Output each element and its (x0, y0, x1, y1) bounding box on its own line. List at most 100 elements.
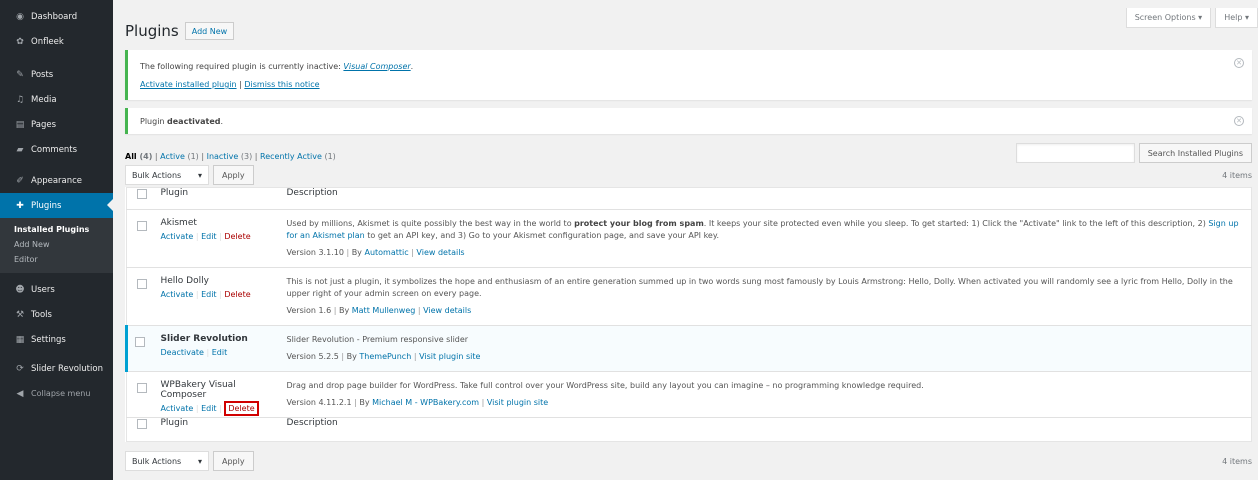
plugin-description: Drag and drop page builder for WordPress… (286, 381, 924, 390)
desc-bold: protect your blog from spam (574, 219, 704, 228)
activate-installed-plugin-link[interactable]: Activate installed plugin (140, 80, 237, 89)
visit-plugin-site-link[interactable]: Visit plugin site (487, 398, 548, 407)
visual-composer-link[interactable]: Visual Composer (343, 62, 410, 71)
submenu-installed-plugins[interactable]: Installed Plugins (0, 222, 113, 237)
plugin-description-cell: This is not just a plugin, it symbolizes… (278, 267, 1252, 326)
row-checkbox[interactable] (137, 279, 147, 289)
edit-link[interactable]: Edit (201, 404, 217, 413)
edit-link[interactable]: Edit (201, 290, 217, 299)
menu-pages[interactable]: ▤ Pages (0, 112, 113, 137)
menu-users[interactable]: ☻ Users (0, 277, 113, 302)
search-input[interactable] (1015, 143, 1135, 163)
version-text: Version 4.11.2.1 (286, 398, 352, 407)
menu-appearance[interactable]: ✐ Appearance (0, 168, 113, 193)
menu-label: Plugins (31, 200, 62, 211)
menu-settings[interactable]: ▦ Settings (0, 327, 113, 352)
apply-button[interactable]: Apply (213, 451, 254, 471)
filter-recent-label: Recently Active (260, 152, 322, 161)
desc-text: Used by millions, Akismet is quite possi… (286, 219, 575, 228)
select-all-checkbox[interactable] (137, 419, 147, 429)
bulk-actions-select[interactable]: Bulk Actions ▾ (125, 451, 209, 471)
filter-active-count: (1) (187, 152, 199, 161)
menu-dashboard[interactable]: ◉ Dashboard (0, 4, 113, 29)
add-new-button[interactable]: Add New (184, 22, 235, 40)
activate-link[interactable]: Activate (161, 404, 194, 413)
notice-text: The following required plugin is current… (140, 62, 344, 71)
activate-link[interactable]: Activate (161, 232, 194, 241)
caret-down-icon: ▾ (197, 456, 202, 466)
screen-meta-links: Screen Options ▾ Help ▾ (1125, 8, 1258, 28)
menu-media[interactable]: ♫ Media (0, 87, 113, 112)
menu-posts[interactable]: ✎ Posts (0, 62, 113, 87)
view-details-link[interactable]: View details (416, 248, 464, 257)
dismiss-icon[interactable]: ✕ (1234, 116, 1244, 126)
filter-all[interactable]: All (4) (125, 152, 152, 161)
bulk-actions-value: Bulk Actions (132, 456, 182, 466)
search-installed-plugins-button[interactable]: Search Installed Plugins (1138, 143, 1252, 163)
by-text: By (346, 352, 357, 361)
row-checkbox[interactable] (137, 383, 147, 393)
notice-text: Plugin deactivated. (140, 117, 223, 126)
page-title: Plugins (125, 22, 179, 40)
author-link[interactable]: Michael M - WPBakery.com (372, 398, 479, 407)
comment-icon: ▰ (16, 144, 24, 155)
plugin-description-cell: Slider Revolution - Premium responsive s… (278, 325, 1252, 372)
checkbox-cell (126, 267, 149, 326)
separator: | (198, 152, 207, 161)
dismiss-icon[interactable]: ✕ (1234, 58, 1244, 68)
delete-link[interactable]: Delete (224, 401, 259, 416)
delete-link[interactable]: Delete (224, 290, 250, 299)
menu-collapse[interactable]: ◀ Collapse menu (0, 381, 113, 406)
menu-tools[interactable]: ⚒ Tools (0, 302, 113, 327)
visit-plugin-site-link[interactable]: Visit plugin site (419, 352, 480, 361)
admin-sidebar: ◉ Dashboard ✿ Onfleek ✎ Posts ♫ Media ▤ Pages… (0, 0, 113, 480)
plugin-title-cell: WPBakery Visual Composer Activate | Edit… (148, 371, 279, 418)
filter-active[interactable]: Active (1) (160, 152, 199, 161)
filter-all-label: All (125, 152, 137, 161)
submenu-editor[interactable]: Editor (0, 252, 113, 267)
deactivate-link[interactable]: Deactivate (161, 348, 204, 357)
select-all-checkbox[interactable] (137, 189, 147, 199)
delete-link[interactable]: Delete (224, 232, 250, 241)
column-footer-plugin[interactable]: Plugin (148, 417, 279, 442)
plugin-title-cell: Slider Revolution Deactivate | Edit (148, 325, 279, 372)
screen-options-button[interactable]: Screen Options ▾ (1125, 8, 1212, 28)
dismiss-notice-link[interactable]: Dismiss this notice (244, 80, 319, 89)
plugin-name: Akismet (160, 218, 197, 228)
edit-link[interactable]: Edit (212, 348, 228, 357)
menu-plugins[interactable]: ✚ Plugins (0, 193, 113, 218)
menu-label: Appearance (31, 175, 83, 186)
column-header-plugin[interactable]: Plugin (148, 187, 279, 210)
row-checkbox[interactable] (137, 221, 147, 231)
caret-down-icon: ▾ (1198, 13, 1203, 22)
menu-slider-revolution[interactable]: ⟳ Slider Revolution (0, 356, 113, 381)
submenu-add-new[interactable]: Add New (0, 237, 113, 252)
author-link[interactable]: ThemePunch (359, 352, 411, 361)
menu-label: Comments (31, 144, 78, 155)
filter-inactive[interactable]: Inactive (3) (207, 152, 253, 161)
plugin-version-line: Version 4.11.2.1 | By Michael M - WPBake… (286, 398, 549, 407)
filter-recently-active[interactable]: Recently Active (1) (260, 152, 336, 161)
activate-link[interactable]: Activate (161, 290, 194, 299)
menu-comments[interactable]: ▰ Comments (0, 137, 113, 162)
menu-label: Dashboard (31, 11, 78, 22)
plugin-version-line: Version 1.6 | By Matt Mullenweg | View d… (286, 306, 472, 315)
apply-button[interactable]: Apply (213, 165, 254, 185)
notice-suffix: . (220, 116, 224, 126)
plugin-description: Used by millions, Akismet is quite possi… (287, 218, 1252, 242)
table-row: Slider Revolution Deactivate | Edit Slid… (125, 325, 1252, 372)
plugins-table: Plugin Description Akismet Activate | Ed… (125, 187, 1252, 442)
screen-options-label: Screen Options (1134, 13, 1196, 22)
view-details-link[interactable]: View details (423, 306, 471, 315)
menu-onfleek[interactable]: ✿ Onfleek (0, 29, 113, 54)
help-button[interactable]: Help ▾ (1215, 8, 1258, 28)
bulk-actions-select[interactable]: Bulk Actions ▾ (125, 165, 209, 185)
author-link[interactable]: Automattic (364, 248, 408, 257)
filter-inactive-count: (3) (240, 152, 253, 161)
filter-inactive-label: Inactive (206, 152, 239, 161)
media-icon: ♫ (15, 94, 25, 105)
author-link[interactable]: Matt Mullenweg (352, 306, 416, 315)
row-checkbox[interactable] (135, 337, 145, 347)
edit-link[interactable]: Edit (201, 232, 217, 241)
help-label: Help (1224, 13, 1243, 22)
